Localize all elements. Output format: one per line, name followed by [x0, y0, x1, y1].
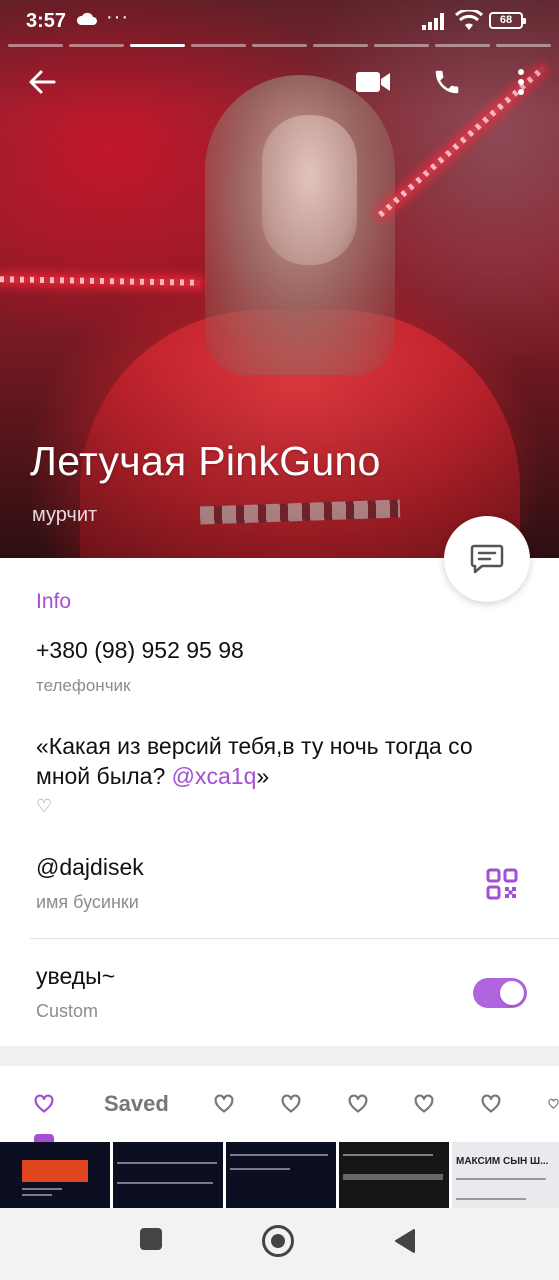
cloud-icon — [76, 12, 97, 25]
story-segment-active — [130, 44, 185, 47]
media-thumbnail[interactable]: МАКСИМ СЫН Ш... — [452, 1142, 559, 1208]
nav-back-button[interactable] — [394, 1228, 416, 1254]
bio-label: ♡ — [36, 796, 53, 816]
thumb-text-line — [22, 1188, 62, 1190]
info-divider — [30, 938, 559, 939]
notifications-toggle[interactable] — [473, 978, 527, 1008]
tab-heart[interactable] — [348, 1089, 368, 1119]
heart-icon — [548, 1098, 559, 1109]
media-thumbnail[interactable] — [339, 1142, 449, 1208]
thumb-title: МАКСИМ СЫН Ш... — [456, 1156, 549, 1167]
photo-led-light — [0, 276, 201, 286]
story-segment — [313, 44, 368, 47]
phone-label: телефончик — [36, 676, 131, 695]
video-camera-icon — [356, 72, 390, 92]
thumb-text-line — [22, 1194, 52, 1196]
more-options-button[interactable] — [506, 62, 536, 102]
story-segment — [435, 44, 490, 47]
heart-icon — [481, 1094, 501, 1113]
triangle-back-icon — [395, 1229, 415, 1253]
tab-heart[interactable] — [481, 1089, 501, 1119]
phone-icon — [435, 70, 459, 94]
thumb-text-line — [343, 1174, 443, 1180]
story-progress — [8, 44, 551, 47]
heart-icon — [214, 1094, 234, 1113]
username[interactable]: @dajdisek — [36, 854, 144, 881]
notifications-label: Custom — [36, 1001, 99, 1021]
back-button[interactable] — [22, 62, 62, 102]
profile-header-photo[interactable]: 3:57 ··· 68 Летучая PinkGuno мурчит — [0, 0, 559, 558]
qr-code-icon — [486, 868, 518, 900]
voice-call-button[interactable] — [428, 62, 466, 102]
send-message-button[interactable] — [444, 516, 530, 602]
thumb-text-line — [343, 1154, 433, 1156]
tab-heart-active[interactable] — [34, 1089, 54, 1119]
story-segment — [374, 44, 429, 47]
thumb-text-line — [230, 1154, 328, 1156]
media-thumbnail[interactable] — [0, 1142, 110, 1208]
wifi-icon — [455, 10, 483, 30]
thumb-text-line — [456, 1198, 526, 1200]
tab-saved[interactable]: Saved — [104, 1089, 169, 1119]
bio-text-end: » — [256, 763, 270, 789]
status-more-icon: ··· — [106, 6, 129, 28]
media-grid: МАКСИМ СЫН Ш... — [0, 1142, 559, 1208]
story-segment — [191, 44, 246, 47]
media-thumbnail[interactable] — [226, 1142, 336, 1208]
message-icon — [470, 544, 504, 574]
toggle-knob — [500, 981, 524, 1005]
bio-mention-link[interactable]: @xca1q — [172, 763, 257, 789]
vertical-dots-icon — [518, 69, 524, 95]
username-label: имя бусинки — [36, 892, 139, 912]
photo-face-shape — [262, 115, 357, 265]
thumb-text-line — [117, 1162, 217, 1164]
tab-active-indicator — [34, 1134, 54, 1142]
heart-icon — [281, 1094, 301, 1113]
system-navigation-bar — [0, 1208, 559, 1280]
profile-status: мурчит — [32, 504, 98, 526]
heart-icon — [348, 1094, 368, 1113]
heart-icon — [414, 1094, 434, 1113]
phone-number[interactable]: +380 (98) 952 95 98 — [36, 637, 244, 664]
thumb-text-line — [456, 1178, 546, 1180]
profile-name: Летучая PinkGuno — [30, 438, 381, 484]
story-segment — [496, 44, 551, 47]
tab-heart[interactable] — [414, 1089, 434, 1119]
qr-code-button[interactable] — [486, 868, 518, 900]
video-call-button[interactable] — [352, 62, 394, 102]
notifications-title[interactable]: уведы~ — [36, 963, 115, 990]
bio-text[interactable]: «Какая из версий тебя,в ту ночь тогда со… — [36, 731, 516, 791]
status-time: 3:57 — [26, 10, 67, 32]
info-section-title: Info — [36, 590, 72, 613]
media-thumbnail[interactable] — [113, 1142, 223, 1208]
signal-icon — [422, 13, 444, 30]
story-segment — [69, 44, 124, 47]
media-tabs-bar — [0, 1066, 559, 1142]
thumb-text-line — [117, 1182, 213, 1184]
arrow-left-icon — [29, 70, 56, 94]
heart-icon — [34, 1094, 54, 1113]
story-segment — [252, 44, 307, 47]
status-bar: 3:57 ··· 68 — [0, 0, 559, 40]
home-button[interactable] — [262, 1225, 294, 1257]
thumb-block — [22, 1160, 88, 1182]
tab-heart[interactable] — [214, 1089, 234, 1119]
tab-heart[interactable] — [281, 1089, 301, 1119]
story-segment — [8, 44, 63, 47]
recents-button[interactable] — [140, 1228, 162, 1250]
battery-indicator: 68 — [489, 12, 526, 29]
thumb-text-line — [230, 1168, 290, 1170]
tab-heart-partial[interactable] — [548, 1089, 559, 1119]
